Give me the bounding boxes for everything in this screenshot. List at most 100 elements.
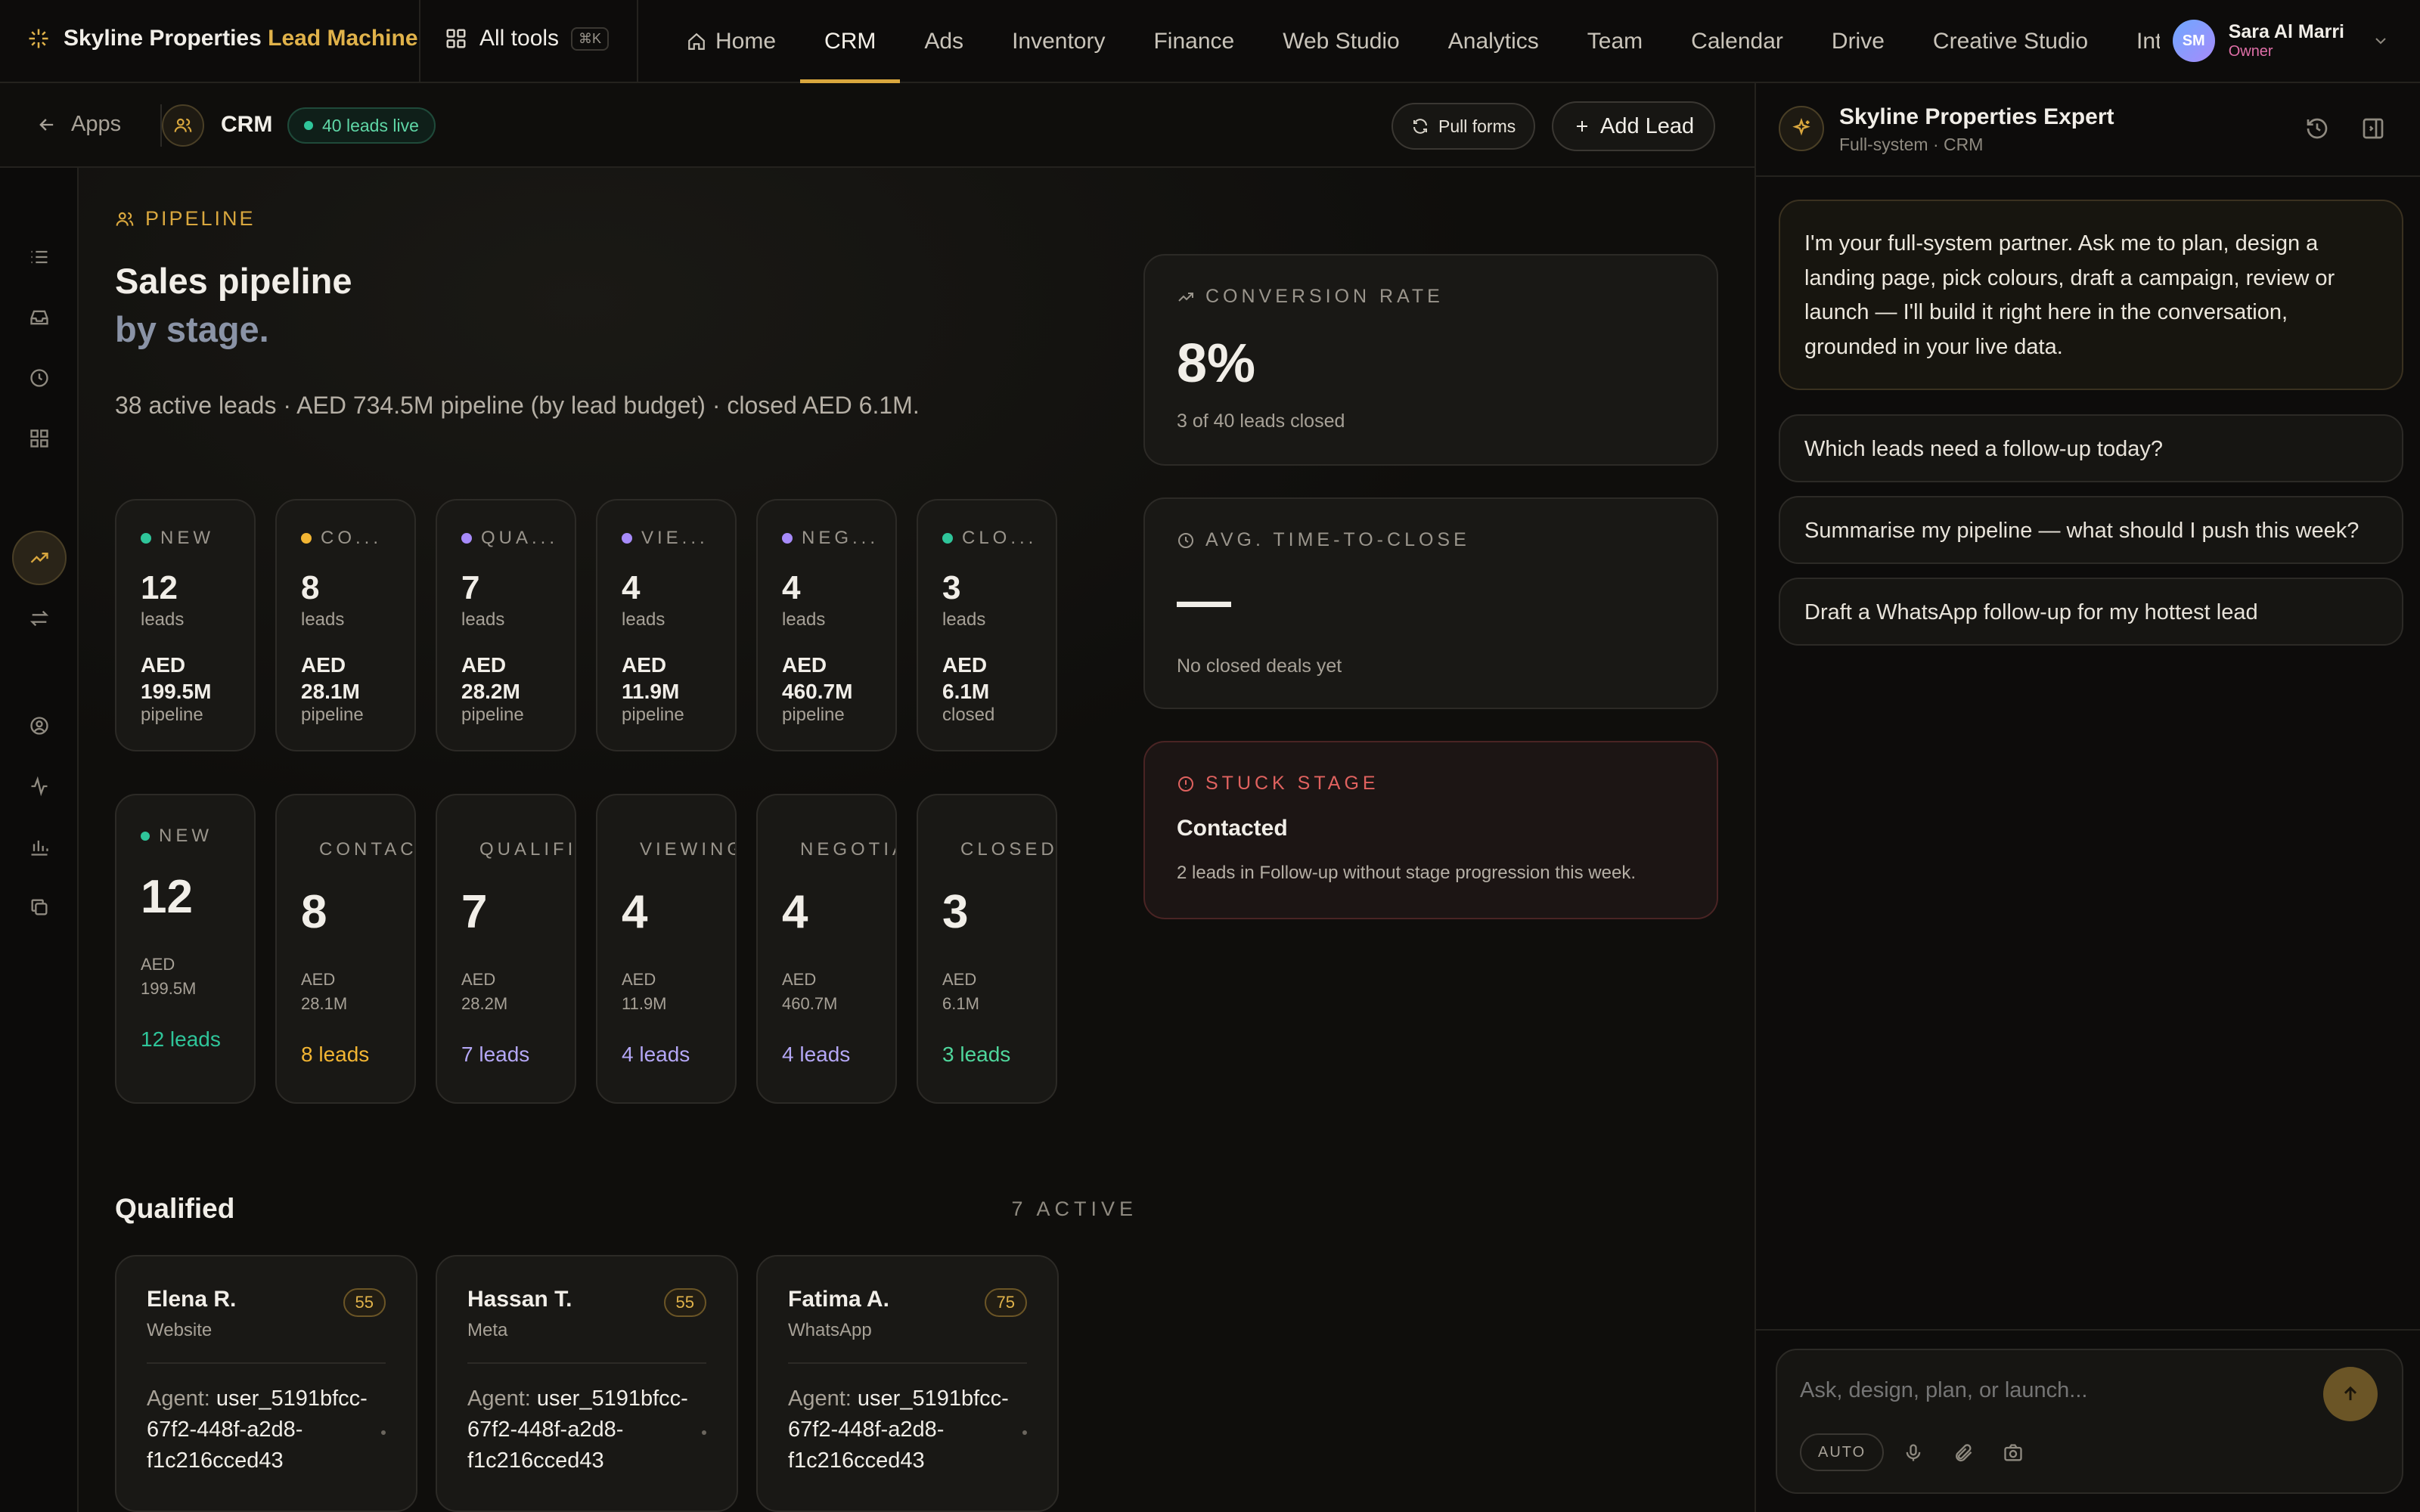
- conversion-value: 8%: [1177, 333, 1256, 394]
- nav-integrations[interactable]: Integ: [2112, 0, 2160, 83]
- nav-crm[interactable]: CRM: [800, 0, 901, 83]
- more-dot: [381, 1430, 386, 1435]
- nav-inventory[interactable]: Inventory: [988, 0, 1129, 83]
- add-lead-button[interactable]: Add Lead: [1552, 101, 1716, 151]
- divider: [1756, 1329, 2420, 1331]
- main-content: PIPELINE Sales pipeline by stage. 38 act…: [79, 168, 1754, 1512]
- copy-icon[interactable]: [23, 891, 56, 924]
- stage-column-count: 4: [622, 886, 648, 938]
- suggestion-pipeline-summary[interactable]: Summarise my pipeline — what should I pu…: [1779, 496, 2403, 564]
- trending-up-icon[interactable]: [12, 531, 67, 585]
- nav-creative-studio[interactable]: Creative Studio: [1909, 0, 2112, 83]
- suggestion-whatsapp-draft[interactable]: Draft a WhatsApp follow-up for my hottes…: [1779, 578, 2403, 646]
- stage-column-leads: 12 leads: [141, 1027, 221, 1051]
- stage-sub: pipeline: [782, 705, 845, 725]
- bar-chart-icon[interactable]: [23, 830, 56, 863]
- nav-web-studio[interactable]: Web Studio: [1258, 0, 1424, 83]
- more-dot: [1022, 1430, 1027, 1435]
- mode-toggle[interactable]: AUTO: [1800, 1433, 1885, 1471]
- stage-amount: AED 28.1M: [301, 653, 360, 703]
- divider: [419, 0, 420, 83]
- users-icon: [162, 104, 204, 147]
- stage-card[interactable]: CLO... 3 leads AED 6.1M closed: [917, 499, 1057, 751]
- arrow-up-icon: [2340, 1383, 2361, 1405]
- users-icon: [115, 209, 135, 229]
- user-circle-icon[interactable]: [23, 709, 56, 742]
- lead-card[interactable]: Fatima A. WhatsApp 75 Agent: user_5191bfcc-…: [756, 1255, 1059, 1512]
- stage-column-count: 4: [782, 886, 808, 938]
- nav-finance[interactable]: Finance: [1129, 0, 1258, 83]
- stage-card[interactable]: NEG... 4 leads AED 460.7M pipeline: [756, 499, 897, 751]
- nav-home[interactable]: Home: [662, 0, 800, 83]
- stage-column-leads: 4 leads: [782, 1042, 851, 1066]
- stage-dot: [141, 533, 151, 544]
- refresh-icon: [1411, 117, 1429, 135]
- stage-sub: pipeline: [622, 705, 684, 725]
- nav-drive[interactable]: Drive: [1807, 0, 1909, 83]
- stage-column-label: VIEWING: [640, 839, 737, 860]
- stage-column[interactable]: NEGOTIATION 4 AED460.7M 4 leads: [756, 794, 897, 1104]
- stage-column[interactable]: NEW 12 AED 199.5M 12 leads: [115, 794, 256, 1104]
- stage-column-leads: 4 leads: [622, 1042, 690, 1066]
- inbox-icon[interactable]: [23, 301, 56, 334]
- stage-column-leads: 7 leads: [461, 1042, 530, 1066]
- activity-icon[interactable]: [23, 770, 56, 803]
- lead-agent: Agent: user_5191bfcc-67f2-448f-a2d8-f1c2…: [147, 1387, 368, 1473]
- stage-unit: leads: [141, 609, 185, 630]
- list-icon[interactable]: [23, 240, 56, 274]
- user-role: Owner: [2228, 43, 2273, 60]
- stage-count: 8: [301, 569, 320, 606]
- send-button[interactable]: [2323, 1367, 2378, 1421]
- stage-dot: [141, 832, 150, 841]
- suggestion-followup[interactable]: Which leads need a follow-up today?: [1779, 414, 2403, 482]
- stage-column-leads: 3 leads: [942, 1042, 1011, 1066]
- stage-column[interactable]: CONTACTED 8 AED28.1M 8 leads: [275, 794, 416, 1104]
- stage-column-amount: AED 28.1M: [301, 970, 348, 1013]
- brand-logo[interactable]: Skyline Properties Lead Machine: [27, 26, 418, 51]
- stage-column-amount: AED 11.9M: [622, 970, 667, 1013]
- chat-input[interactable]: [1800, 1373, 2299, 1408]
- nav-calendar[interactable]: Calendar: [1667, 0, 1807, 83]
- paperclip-icon[interactable]: [1953, 1442, 1974, 1464]
- stage-card[interactable]: CO... 8 leads AED 28.1M pipeline: [275, 499, 416, 751]
- nav-analytics[interactable]: Analytics: [1424, 0, 1563, 83]
- back-to-apps-link[interactable]: Apps: [36, 112, 121, 137]
- stage-card[interactable]: NEW 12 leads AED 199.5M pipeline: [115, 499, 256, 751]
- stage-column-label: CLOSED: [960, 839, 1057, 860]
- swap-icon[interactable]: [23, 602, 56, 635]
- lead-card[interactable]: Elena R. Website 55 Agent: user_5191bfcc-67…: [115, 1255, 417, 1512]
- pipeline-summary: 38 active leads · AED 734.5M pipeline (b…: [115, 392, 920, 419]
- stage-column-count: 12: [141, 871, 193, 923]
- user-name: Sara Al Marri: [2228, 21, 2344, 42]
- stage-column[interactable]: CLOSED 3 AED 6.1M 3 leads: [917, 794, 1057, 1104]
- assistant-subtitle: Full-system · CRM: [1839, 135, 1984, 154]
- stage-card[interactable]: QUA... 7 leads AED 28.2M pipeline: [436, 499, 576, 751]
- user-menu[interactable]: SM Sara Al Marri Owner: [2160, 20, 2390, 62]
- divider: [1756, 175, 2420, 177]
- avg-time-to-close-card: AVG. TIME-TO-CLOSE — No closed deals yet: [1143, 497, 1718, 709]
- camera-icon[interactable]: [2003, 1442, 2024, 1464]
- stage-column-count: 8: [301, 886, 327, 938]
- all-tools-button[interactable]: All tools ⌘K: [445, 26, 610, 51]
- pull-forms-button[interactable]: Pull forms: [1392, 103, 1536, 150]
- stage-amount: AED 460.7M: [782, 653, 853, 703]
- nav-ads[interactable]: Ads: [900, 0, 988, 83]
- stage-unit: leads: [942, 609, 986, 630]
- stage-sub: pipeline: [301, 705, 364, 725]
- stage-card[interactable]: VIE... 4 leads AED 11.9M pipeline: [596, 499, 737, 751]
- conversion-sub: 3 of 40 leads closed: [1177, 411, 1345, 432]
- stage-column[interactable]: QUALIFIED 7 AED28.2M 7 leads: [436, 794, 576, 1104]
- nav-team[interactable]: Team: [1563, 0, 1667, 83]
- stage-label: NEW: [141, 528, 236, 549]
- home-icon: [687, 32, 706, 51]
- stage-column[interactable]: VIEWING 4 AED 11.9M 4 leads: [596, 794, 737, 1104]
- mic-icon[interactable]: [1903, 1442, 1924, 1464]
- history-icon[interactable]: [2305, 116, 2329, 141]
- top-bar: Skyline Properties Lead Machine All tool…: [0, 0, 2420, 83]
- lead-card[interactable]: Hassan T. Meta 55 Agent: user_5191bfcc-67f2…: [436, 1255, 738, 1512]
- conversion-label: CONVERSION RATE: [1177, 286, 1685, 308]
- dashboard-icon[interactable]: [23, 422, 56, 455]
- plus-icon: [1573, 117, 1591, 135]
- clock-icon[interactable]: [23, 361, 56, 395]
- panel-collapse-icon[interactable]: [2361, 116, 2385, 141]
